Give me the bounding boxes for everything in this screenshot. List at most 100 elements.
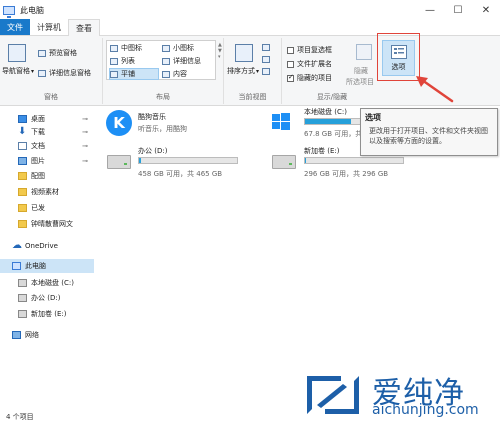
drive-c-name[interactable]: 本地磁盘 (C:)	[304, 107, 347, 117]
content-icon	[162, 70, 170, 78]
red-arrow-icon	[416, 76, 454, 103]
app-name[interactable]: 酷狗音乐	[138, 112, 166, 122]
nav-item-network[interactable]: 网络	[0, 328, 94, 342]
folder-icon	[18, 188, 27, 196]
hidden-items-label: 隐藏的项目	[297, 74, 332, 82]
nav-item-drive-c[interactable]: 本地磁盘 (C:)	[0, 276, 94, 290]
windows-drive-icon[interactable]	[271, 112, 291, 132]
nav-item-documents[interactable]: 文档 ⊸	[0, 139, 94, 153]
nav-item-folder-1[interactable]: 配图	[0, 169, 94, 183]
folder-icon	[18, 172, 27, 180]
drive-e-usage-fill	[305, 158, 306, 163]
sort-by-button[interactable]: 排序方式 ▾	[227, 66, 259, 76]
network-icon	[12, 331, 21, 339]
details-pane-button[interactable]: 详细信息窗格	[38, 68, 91, 78]
nav-item-drive-e[interactable]: 新加卷 (E:)	[0, 307, 94, 321]
nav-item-label: 视频素材	[31, 188, 59, 196]
layout-details[interactable]: 详细信息	[162, 56, 201, 66]
nav-item-label: 下载	[31, 128, 45, 136]
status-item-count: 4 个项目	[6, 413, 34, 421]
layout-gallery: 中图标 小图标 列表 详细信息 平铺 内容	[106, 40, 216, 80]
layout-small-icons-label: 小图标	[173, 44, 194, 52]
ribbon-tabs: 文件 计算机 查看	[0, 19, 500, 36]
hidden-items-toggle[interactable]: 隐藏的项目	[287, 73, 332, 83]
layout-list[interactable]: 列表	[110, 56, 135, 66]
aichunjing-logo-icon	[307, 376, 359, 414]
group-label-layout: 布局	[156, 93, 170, 101]
tooltip-description: 更改用于打开项目、文件和文件夹视图以及搜索等方面的设置。	[369, 127, 488, 145]
layout-content[interactable]: 内容	[162, 69, 187, 79]
drive-e-usage-bar	[304, 157, 404, 164]
nav-item-pictures[interactable]: 图片 ⊸	[0, 154, 94, 168]
size-columns-icon[interactable]	[262, 68, 270, 75]
group-by-icon[interactable]	[262, 44, 270, 51]
tab-file[interactable]: 文件	[0, 19, 30, 35]
group-label-show-hide: 显示/隐藏	[316, 93, 348, 101]
hide-button-label[interactable]: 隐藏	[354, 66, 368, 76]
watermark-url: aichunjing.com	[372, 402, 479, 418]
options-button[interactable]: 选项	[382, 40, 415, 76]
download-icon: ⬇	[18, 126, 27, 137]
navigation-pane-button[interactable]: 导航窗格 ▾	[2, 66, 34, 76]
drive-d-icon[interactable]	[107, 155, 131, 169]
window-title: 此电脑	[20, 5, 44, 15]
nav-item-desktop[interactable]: 桌面 ⊸	[0, 112, 94, 126]
drive-d-usage-fill	[139, 158, 141, 163]
drive-icon	[18, 279, 27, 287]
folder-icon	[18, 204, 27, 212]
picture-icon	[18, 157, 27, 165]
nav-item-label: 网络	[25, 331, 39, 339]
close-button[interactable]: ✕	[472, 0, 500, 20]
nav-item-this-pc[interactable]: 此电脑	[0, 259, 94, 273]
computer-icon	[3, 5, 15, 18]
drive-d-name[interactable]: 办公 (D:)	[138, 146, 167, 156]
nav-item-folder-4[interactable]: 钟晴散曹网文	[0, 217, 94, 231]
navigation-pane-label: 导航窗格	[2, 67, 30, 75]
item-checkboxes-toggle[interactable]: 项目复选框	[287, 45, 332, 55]
nav-item-label: 钟晴散曹网文	[31, 220, 73, 228]
nav-item-onedrive[interactable]: ☁ OneDrive	[0, 239, 94, 253]
layout-medium-icons[interactable]: 中图标	[110, 43, 142, 53]
file-extensions-checkbox[interactable]	[287, 60, 294, 68]
options-label: 选项	[391, 63, 406, 71]
drive-d-usage-bar	[138, 157, 238, 164]
layout-scroll-arrows[interactable]: ▲ ▼ ▾	[218, 42, 222, 80]
drive-e-name[interactable]: 新加卷 (E:)	[304, 146, 339, 156]
nav-item-label: 本地磁盘 (C:)	[31, 279, 74, 287]
sort-by-label: 排序方式	[227, 67, 255, 75]
nav-item-label: 新加卷 (E:)	[31, 310, 67, 318]
selected-items-label: 所选项目	[346, 78, 374, 86]
details-pane-icon	[38, 69, 46, 77]
nav-item-label: OneDrive	[25, 242, 58, 250]
options-tooltip: 选项 更改用于打开项目、文件和文件夹视图以及搜索等方面的设置。	[360, 108, 498, 156]
file-extensions-toggle[interactable]: 文件扩展名	[287, 59, 332, 69]
nav-item-drive-d[interactable]: 办公 (D:)	[0, 291, 94, 305]
sort-by-icon	[235, 44, 253, 62]
layout-small-icons[interactable]: 小图标	[162, 43, 194, 53]
minimize-button[interactable]: —	[416, 0, 444, 20]
item-checkboxes-checkbox[interactable]	[287, 46, 294, 54]
hidden-items-checkbox[interactable]	[287, 73, 294, 82]
nav-item-label: 办公 (D:)	[31, 294, 61, 302]
nav-item-downloads[interactable]: ⬇ 下载 ⊸	[0, 125, 94, 139]
kugou-music-icon[interactable]: K	[106, 110, 132, 136]
nav-item-folder-3[interactable]: 已发	[0, 201, 94, 215]
maximize-button[interactable]: ☐	[444, 0, 472, 20]
document-icon	[18, 142, 27, 150]
preview-pane-button[interactable]: 预览窗格	[38, 48, 77, 58]
nav-item-label: 配图	[31, 172, 45, 180]
details-pane-label: 详细信息窗格	[49, 69, 91, 77]
layout-tiles[interactable]: 平铺	[109, 68, 159, 80]
add-columns-icon[interactable]	[262, 56, 270, 63]
layout-tiles-label: 平铺	[121, 70, 135, 78]
group-label-current-view: 当前视图	[238, 93, 267, 101]
title-bar: 此电脑 — ☐ ✕	[0, 0, 500, 20]
nav-item-folder-2[interactable]: 视频素材	[0, 185, 94, 199]
tab-computer[interactable]: 计算机	[30, 19, 68, 35]
tooltip-title: 选项	[365, 113, 381, 122]
nav-item-label: 已发	[31, 204, 45, 212]
pin-icon: ⊸	[82, 142, 88, 150]
folder-icon	[18, 220, 27, 228]
tab-view[interactable]: 查看	[68, 19, 100, 36]
drive-e-icon[interactable]	[272, 155, 296, 169]
